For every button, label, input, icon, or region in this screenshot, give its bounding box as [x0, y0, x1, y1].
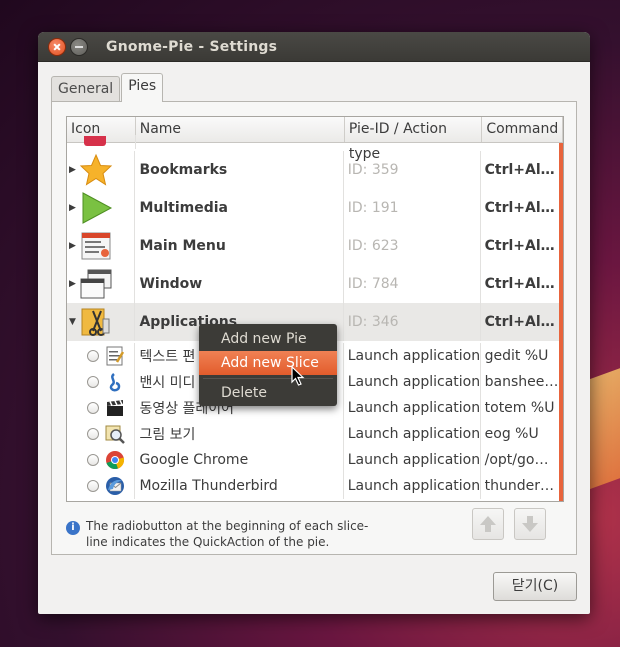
- partial-pie-icon: [84, 136, 106, 146]
- pie-id: ID: 623: [347, 238, 399, 254]
- slice-name: 텍스트 편: [139, 349, 196, 365]
- slice-command: gedit %U: [484, 348, 549, 364]
- clapper-icon: [105, 398, 125, 418]
- expander-icon[interactable]: ▶: [69, 165, 77, 175]
- quickaction-radio[interactable]: [87, 376, 99, 388]
- info-box: i The radiobutton at the beginning of ea…: [66, 518, 386, 550]
- menu-item-delete[interactable]: Delete: [199, 381, 337, 405]
- info-text: The radiobutton at the beginning of each…: [86, 519, 369, 549]
- close-button[interactable]: 닫기(C): [493, 572, 577, 601]
- mouse-cursor-icon: [291, 366, 305, 386]
- pie-command: Ctrl+Al…: [484, 238, 555, 254]
- expander-icon[interactable]: ▼: [69, 317, 77, 327]
- slice-action: Launch application: [347, 452, 481, 468]
- pies-tree[interactable]: Icon Name Pie-ID / Action type Command ▶: [66, 116, 564, 502]
- tree-row-pie[interactable]: ▶ Window ID: 784 Ctrl+Al…: [67, 265, 561, 303]
- window-title: Gnome-Pie - Settings: [106, 38, 278, 55]
- tab-bar: General Pies: [51, 73, 164, 102]
- menu-item-add-new-pie[interactable]: Add new Pie: [199, 327, 337, 351]
- expander-icon[interactable]: ▶: [69, 279, 77, 289]
- context-menu: Add new Pie Add new Slice Delete: [199, 324, 337, 406]
- slice-action: Launch application: [347, 374, 481, 390]
- move-down-button[interactable]: [514, 508, 546, 540]
- star-icon: [79, 153, 113, 187]
- pie-name: Main Menu: [139, 238, 226, 254]
- settings-window: Gnome-Pie - Settings General Pies Icon N…: [38, 32, 590, 614]
- slice-command: banshee…: [484, 374, 559, 390]
- slice-name: Google Chrome: [139, 452, 249, 468]
- expander-icon[interactable]: ▶: [69, 241, 77, 251]
- tree-row-pie[interactable]: ▶ Multimedia ID: 191 Ctrl+Al…: [67, 189, 561, 227]
- titlebar: Gnome-Pie - Settings: [38, 32, 590, 62]
- menu-icon: [79, 229, 113, 263]
- tree-row-slice[interactable]: Mozilla Thunderbird Launch application t…: [67, 473, 561, 499]
- tree-row-pie[interactable]: ▶ Main Menu ID: 623 Ctrl+Al…: [67, 227, 561, 265]
- quickaction-radio[interactable]: [87, 350, 99, 362]
- tree-row-slice[interactable]: Google Chrome Launch application /opt/go…: [67, 447, 561, 473]
- info-icon: i: [66, 521, 80, 535]
- menu-item-add-new-slice[interactable]: Add new Slice: [199, 351, 337, 375]
- window-icon: [79, 267, 113, 301]
- tree-row-pie[interactable]: ▶ Bookmarks ID: 359 Ctrl+Al…: [67, 151, 561, 189]
- pie-name: Multimedia: [139, 200, 228, 216]
- slice-action: Launch application: [347, 348, 481, 364]
- pie-id: ID: 359: [347, 162, 399, 178]
- quickaction-radio[interactable]: [87, 454, 99, 466]
- slice-action: Launch application: [347, 426, 481, 442]
- slice-command: /opt/go…: [484, 452, 549, 468]
- play-icon: [79, 191, 113, 225]
- apps-icon: [79, 305, 113, 339]
- minimize-window-icon[interactable]: [70, 37, 88, 56]
- pie-command: Ctrl+Al…: [484, 314, 555, 330]
- expander-icon[interactable]: ▶: [69, 203, 77, 213]
- quickaction-radio[interactable]: [87, 428, 99, 440]
- slice-action: Launch application: [347, 400, 481, 416]
- pie-id: ID: 346: [347, 314, 399, 330]
- quickaction-radio[interactable]: [87, 480, 99, 492]
- slice-name: Mozilla Thunderbird: [139, 478, 278, 494]
- slice-name: 밴시 미디: [139, 375, 196, 391]
- tab-pies[interactable]: Pies: [121, 73, 164, 102]
- scrollbar[interactable]: [559, 143, 563, 501]
- image-viewer-icon: [105, 424, 125, 444]
- move-up-button[interactable]: [472, 508, 504, 540]
- slice-command: totem %U: [484, 400, 555, 416]
- thunderbird-icon: [105, 476, 125, 496]
- pie-command: Ctrl+Al…: [484, 276, 555, 292]
- chrome-icon: [105, 450, 125, 470]
- pie-name: Window: [139, 276, 203, 292]
- slice-action: Launch application: [347, 478, 481, 494]
- tree-row-partial[interactable]: [67, 135, 561, 149]
- menu-separator: [203, 378, 333, 379]
- pie-id: ID: 191: [347, 200, 399, 216]
- arrow-down-icon: [522, 516, 538, 532]
- banshee-icon: [105, 372, 125, 392]
- arrow-up-icon: [480, 516, 496, 532]
- pie-command: Ctrl+Al…: [484, 200, 555, 216]
- pie-id: ID: 784: [347, 276, 399, 292]
- text-editor-icon: [105, 346, 125, 366]
- quickaction-radio[interactable]: [87, 402, 99, 414]
- slice-command: eog %U: [484, 426, 539, 442]
- pie-command: Ctrl+Al…: [484, 162, 555, 178]
- slice-command: thunder…: [484, 478, 555, 494]
- close-window-icon[interactable]: [48, 37, 66, 56]
- pie-name: Bookmarks: [139, 162, 228, 178]
- tree-row-slice[interactable]: 그림 보기 Launch application eog %U: [67, 421, 561, 447]
- tab-general[interactable]: General: [51, 76, 121, 102]
- slice-name: 그림 보기: [139, 427, 196, 443]
